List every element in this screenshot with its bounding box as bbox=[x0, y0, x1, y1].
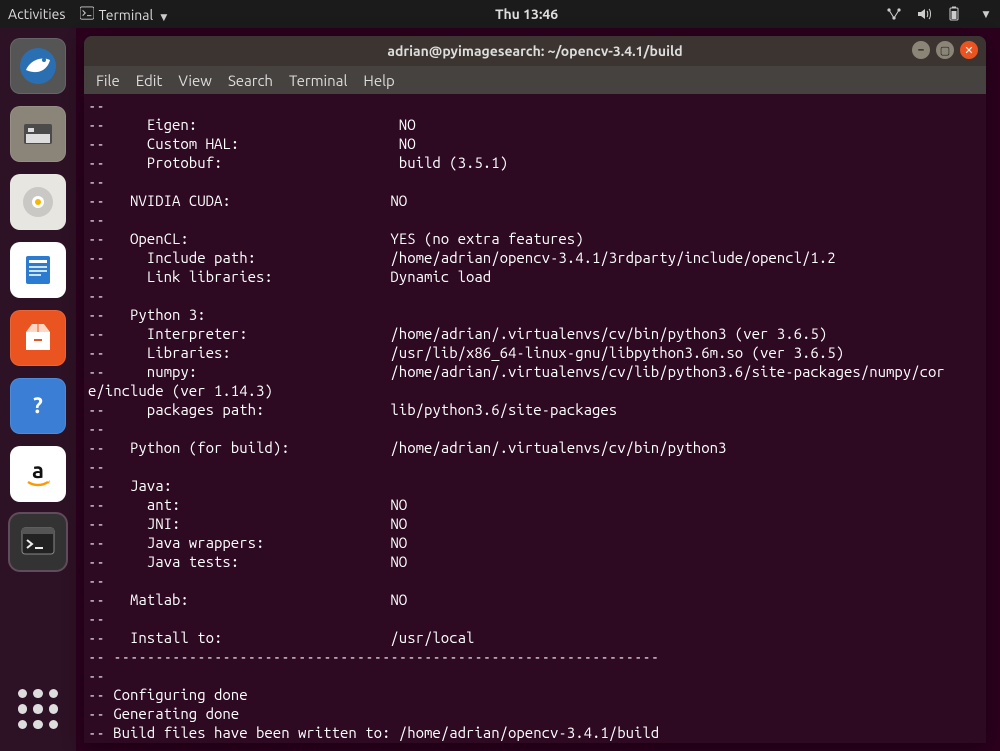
app-menu-label: Terminal bbox=[99, 7, 154, 23]
svg-text:?: ? bbox=[33, 393, 43, 418]
dock-software[interactable] bbox=[10, 310, 66, 366]
dock-thunderbird[interactable] bbox=[10, 38, 66, 94]
dock-terminal[interactable] bbox=[10, 514, 66, 570]
svg-text:a: a bbox=[32, 458, 44, 483]
terminal-output: -- -- Eigen: NO -- Custom HAL: NO -- Pro… bbox=[88, 96, 982, 742]
terminal-window: adrian@pyimagesearch: ~/opencv-3.4.1/bui… bbox=[84, 36, 986, 743]
terminal-viewport[interactable]: -- -- Eigen: NO -- Custom HAL: NO -- Pro… bbox=[84, 94, 986, 743]
show-applications[interactable] bbox=[10, 681, 66, 737]
window-minimize[interactable]: – bbox=[912, 41, 930, 59]
menu-terminal[interactable]: Terminal bbox=[289, 72, 347, 89]
dock-amazon[interactable]: a bbox=[10, 446, 66, 502]
launcher-dock: ? a bbox=[0, 28, 76, 751]
menu-file[interactable]: File bbox=[96, 72, 120, 89]
dock-rhythmbox[interactable] bbox=[10, 174, 66, 230]
window-titlebar[interactable]: adrian@pyimagesearch: ~/opencv-3.4.1/bui… bbox=[84, 36, 986, 66]
terminal-menu-icon bbox=[79, 5, 95, 21]
battery-icon[interactable] bbox=[946, 6, 962, 22]
menu-help[interactable]: Help bbox=[363, 72, 394, 89]
window-maximize[interactable]: ▢ bbox=[936, 41, 954, 59]
app-menu[interactable]: Terminal bbox=[79, 5, 167, 23]
system-menu[interactable] bbox=[976, 6, 992, 22]
clock[interactable]: Thu 13:46 bbox=[167, 6, 886, 22]
window-close[interactable]: ✕ bbox=[960, 41, 978, 59]
activities-button[interactable]: Activities bbox=[8, 6, 65, 22]
dock-files[interactable] bbox=[10, 106, 66, 162]
menu-search[interactable]: Search bbox=[228, 72, 273, 89]
menu-view[interactable]: View bbox=[178, 72, 212, 89]
network-icon[interactable] bbox=[886, 6, 902, 22]
volume-icon[interactable] bbox=[916, 6, 932, 22]
window-title: adrian@pyimagesearch: ~/opencv-3.4.1/bui… bbox=[387, 43, 682, 59]
top-panel: Activities Terminal Thu 13:46 bbox=[0, 0, 1000, 28]
dock-writer[interactable] bbox=[10, 242, 66, 298]
menubar: File Edit View Search Terminal Help bbox=[84, 66, 986, 94]
menu-edit[interactable]: Edit bbox=[136, 72, 163, 89]
dock-help[interactable]: ? bbox=[10, 378, 66, 434]
